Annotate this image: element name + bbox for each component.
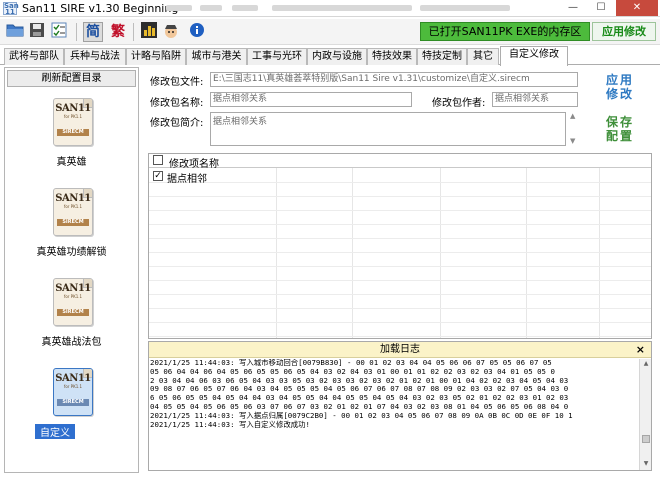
blurred-title-text — [232, 5, 258, 11]
scroll-down-icon[interactable]: ▼ — [640, 460, 651, 467]
plugin-sidebar: 刷新配置目录 SAN11 for PK1.1 SIRECM 真英雄 SAN11 … — [4, 67, 139, 473]
name-label: 修改包名称: — [150, 98, 204, 109]
list-item[interactable]: ✓ 据点相邻 — [149, 169, 651, 185]
plugin-package-icon: SAN11 for PK1.1 SIRECM — [53, 368, 93, 416]
memory-status-indicator: 已打开SAN11PK EXE的内存区 — [420, 22, 590, 41]
checklist-icon[interactable] — [49, 22, 69, 42]
description-label: 修改包简介: — [150, 118, 204, 129]
author-label: 修改包作者: — [432, 98, 486, 109]
list-row-empty — [149, 183, 651, 197]
open-folder-icon[interactable] — [5, 22, 25, 42]
list-row-empty — [149, 197, 651, 211]
app-icon: San 11 — [3, 2, 19, 16]
scroll-down-icon[interactable]: ▼ — [570, 137, 575, 145]
tab-custom-mods[interactable]: 自定义修改 — [500, 46, 568, 66]
list-row-empty — [149, 239, 651, 253]
plugin-item[interactable]: SAN11 for PK1.1 SIRECM 真英雄战法包 — [5, 278, 138, 358]
plugin-package-icon: SAN11 for PK1.1 SIRECM — [53, 278, 93, 326]
log-scrollbar[interactable]: ▲ ▼ — [639, 359, 651, 470]
package-author-field[interactable]: 据点相邻关系 — [492, 92, 578, 107]
plugin-label: 真英雄 — [56, 157, 87, 168]
simplified-chinese-button[interactable]: 简 — [83, 22, 103, 42]
scroll-up-icon[interactable]: ▲ — [640, 360, 651, 367]
plugin-label: 自定义 — [35, 424, 75, 439]
minimize-button[interactable]: — — [560, 0, 586, 16]
plugin-item-selected[interactable]: SAN11 for PK1.1 SIRECM 自定义 — [5, 368, 138, 448]
list-row-empty — [149, 309, 651, 323]
list-row-empty — [149, 211, 651, 225]
portrait-icon[interactable] — [161, 22, 181, 42]
mod-item-list: 修改项名称 ✓ 据点相邻 — [148, 153, 652, 339]
select-all-checkbox[interactable] — [153, 155, 163, 165]
blurred-title-text — [200, 5, 222, 11]
plugin-label: 真英雄功绩解锁 — [36, 247, 107, 258]
list-row-empty — [149, 295, 651, 309]
file-label: 修改包文件: — [150, 77, 204, 88]
tab-cities-ports[interactable]: 城市与港关 — [186, 48, 247, 65]
window-title: San11 SIRE v1.30 Beginning — [22, 2, 179, 15]
list-row-empty — [149, 267, 651, 281]
tab-troops-tactics[interactable]: 兵种与战法 — [64, 48, 126, 65]
title-bar: San 11 San11 SIRE v1.30 Beginning — ☐ ✕ — [0, 0, 660, 17]
scrollbar-thumb[interactable] — [642, 435, 650, 443]
log-text: 2021/1/25 11:44:03: 写入城市移动回合[0079B830] -… — [150, 359, 638, 469]
maximize-button[interactable]: ☐ — [588, 0, 614, 16]
toolbar-separator — [133, 23, 134, 41]
package-name-field[interactable]: 据点相邻关系 — [210, 92, 412, 107]
list-header: 修改项名称 — [149, 154, 651, 170]
tab-works-auras[interactable]: 工事与光环 — [247, 48, 307, 65]
close-window-button[interactable]: ✕ — [616, 0, 658, 16]
tab-other[interactable]: 其它 — [467, 48, 499, 65]
apply-changes-button[interactable]: 应用修改 — [600, 73, 640, 101]
plugin-item[interactable]: SAN11 for PK1.1 SIRECM 真英雄功绩解锁 — [5, 188, 138, 268]
toolbar: 简 繁 已打开SAN11PK EXE的内存区 应用修改 — [0, 19, 660, 45]
log-header: 加载日志 × — [149, 342, 651, 358]
item-checkbox[interactable]: ✓ — [153, 171, 163, 181]
load-log-panel: 加载日志 × 2021/1/25 11:44:03: 写入城市移动回合[0079… — [148, 341, 652, 471]
save-disk-icon[interactable] — [27, 22, 47, 42]
info-icon[interactable] — [187, 22, 207, 42]
log-title: 加载日志 — [380, 344, 420, 355]
toolbar-separator — [76, 23, 77, 41]
save-config-button[interactable]: 保存配置 — [600, 115, 640, 143]
list-row-empty — [149, 253, 651, 267]
tab-skill-custom[interactable]: 特技定制 — [417, 48, 467, 65]
traditional-chinese-button[interactable]: 繁 — [108, 22, 128, 42]
apply-changes-top-button[interactable]: 应用修改 — [592, 22, 656, 41]
list-row-empty — [149, 323, 651, 337]
plugin-package-icon: SAN11 for PK1.1 SIRECM — [53, 98, 93, 146]
tab-bar: 武将与部队 兵种与战法 计略与陷阱 城市与港关 工事与光环 内政与设施 特技效果… — [0, 46, 660, 66]
list-row-empty — [149, 281, 651, 295]
blurred-title-text — [420, 5, 510, 11]
close-log-icon[interactable]: × — [636, 342, 645, 357]
scroll-up-icon[interactable]: ▲ — [570, 112, 575, 120]
plugin-package-icon: SAN11 for PK1.1 SIRECM — [53, 188, 93, 236]
package-description-field[interactable]: 据点相邻关系 — [210, 112, 566, 146]
plugin-label: 真英雄战法包 — [41, 337, 102, 348]
blurred-title-text — [166, 5, 192, 11]
log-line: 2021/1/25 11:44:03: 写入自定义修改成功! — [150, 419, 310, 429]
tab-schemes-traps[interactable]: 计略与陷阱 — [126, 48, 186, 65]
refresh-config-button[interactable]: 刷新配置目录 — [7, 70, 136, 87]
tab-skill-effects[interactable]: 特技效果 — [367, 48, 417, 65]
tab-domestic-facilities[interactable]: 内政与设施 — [307, 48, 367, 65]
column-header-item-name: 修改项名称 — [169, 159, 219, 170]
mod-package-panel: 修改包文件: E:\三国志11\真英雄荟萃特别版\San11 Sire v1.3… — [142, 67, 656, 473]
blurred-title-text — [272, 5, 412, 11]
tab-generals-units[interactable]: 武将与部队 — [4, 48, 64, 65]
list-row-empty — [149, 225, 651, 239]
chart-icon[interactable] — [139, 22, 159, 42]
plugin-item[interactable]: SAN11 for PK1.1 SIRECM 真英雄 — [5, 98, 138, 178]
file-path-field[interactable]: E:\三国志11\真英雄荟萃特别版\San11 Sire v1.31\custo… — [210, 72, 578, 87]
